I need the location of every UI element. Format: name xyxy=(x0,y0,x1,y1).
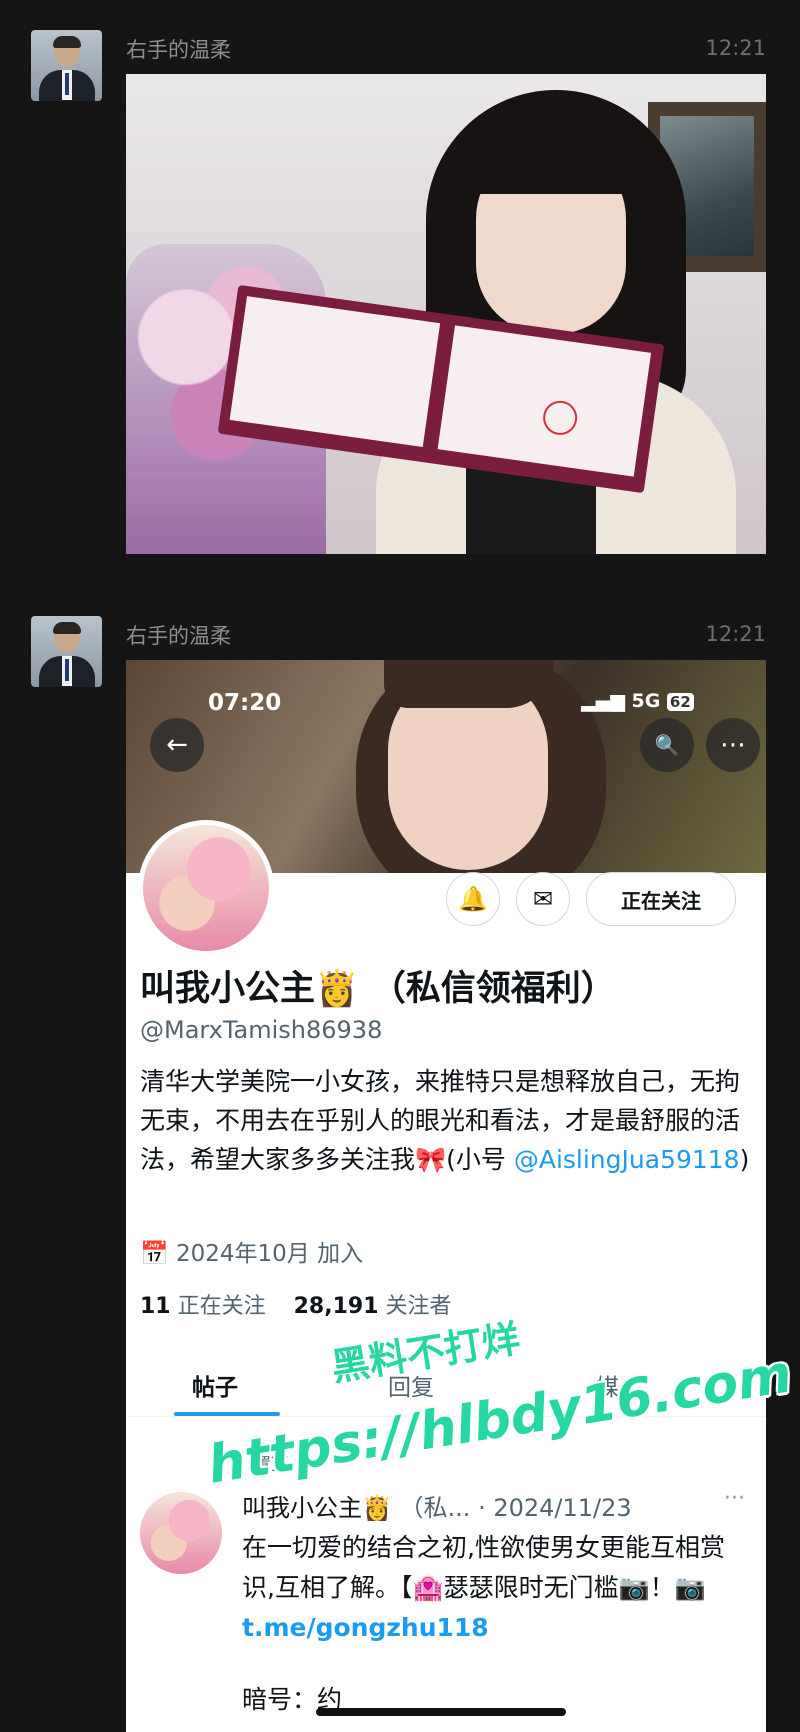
post-text: 在一切爱的结合之初,性欲使男女更能互相赏识,互相了解。【🏩瑟瑟限时无门槛📷！📷 t… xyxy=(242,1528,752,1648)
message-time: 12:21 xyxy=(705,622,766,646)
post-body-text: 在一切爱的结合之初,性欲使男女更能互相赏识,互相了解。【🏩瑟瑟限时无门槛📷！📷 xyxy=(242,1533,725,1602)
network-type: 5G xyxy=(631,690,661,712)
active-tab-indicator xyxy=(174,1412,280,1416)
following-button[interactable]: 正在关注 xyxy=(586,872,736,926)
sender-avatar[interactable] xyxy=(31,30,102,101)
bio-end: ) xyxy=(739,1145,750,1174)
post-date: · 2024/11/23 xyxy=(478,1494,632,1522)
message-time: 12:21 xyxy=(705,36,766,60)
more-icon[interactable]: ⋯ xyxy=(706,718,760,772)
battery-icon: 62 xyxy=(666,693,694,711)
sender-name: 右手的温柔 xyxy=(126,624,231,648)
notification-bell-icon[interactable]: 🔔 xyxy=(446,872,500,926)
calendar-icon: 📅 xyxy=(140,1241,169,1267)
status-bar-time: 07:20 xyxy=(208,690,282,716)
profile-avatar[interactable] xyxy=(138,820,274,956)
sender-avatar[interactable] xyxy=(31,616,102,687)
profile-screenshot-image[interactable]: 07:20 ▂▄▆ 5G 62 ← 🔍 ⋯ 🔔 ✉ 正在关注 叫我小公主👸 （私… xyxy=(126,660,766,1732)
tab-posts[interactable]: 帖子 xyxy=(192,1368,238,1402)
user-handle: @MarxTamish86938 xyxy=(140,1016,383,1044)
search-icon[interactable]: 🔍 xyxy=(640,718,694,772)
status-bar-indicators: ▂▄▆ 5G 62 xyxy=(581,690,694,712)
post-author-suffix: （私... xyxy=(399,1494,471,1522)
bio-mention-link[interactable]: @AislingJua59118 xyxy=(514,1145,740,1174)
follow-stats: 11 正在关注 28,191 关注者 xyxy=(140,1288,452,1320)
back-arrow-icon[interactable]: ← xyxy=(150,718,204,772)
signal-icon: ▂▄▆ xyxy=(581,690,625,712)
display-name: 叫我小公主👸 （私信领福利） xyxy=(140,969,616,1009)
followers-stat[interactable]: 28,191 关注者 xyxy=(294,1294,452,1319)
sender-name: 右手的温柔 xyxy=(126,38,231,62)
join-date: 📅 2024年10月 加入 xyxy=(140,1234,363,1268)
post-author-avatar[interactable] xyxy=(140,1492,222,1574)
profile-bio: 清华大学美院一小女孩，来推特只是想释放自己，无拘无束，不用去在乎别人的眼光和看法… xyxy=(140,1062,755,1179)
join-date-text: 2024年10月 加入 xyxy=(175,1241,364,1267)
post-author[interactable]: 叫我小公主👸 xyxy=(242,1494,392,1522)
mail-icon[interactable]: ✉ xyxy=(516,872,570,926)
following-stat[interactable]: 11 正在关注 xyxy=(140,1294,266,1319)
graduation-photo[interactable] xyxy=(126,74,766,554)
post-link[interactable]: t.me/gongzhu118 xyxy=(242,1613,489,1642)
post-more-icon[interactable]: ··· xyxy=(724,1486,745,1511)
home-indicator xyxy=(316,1708,566,1716)
post-header: 叫我小公主👸 （私... · 2024/11/23 xyxy=(242,1488,632,1523)
